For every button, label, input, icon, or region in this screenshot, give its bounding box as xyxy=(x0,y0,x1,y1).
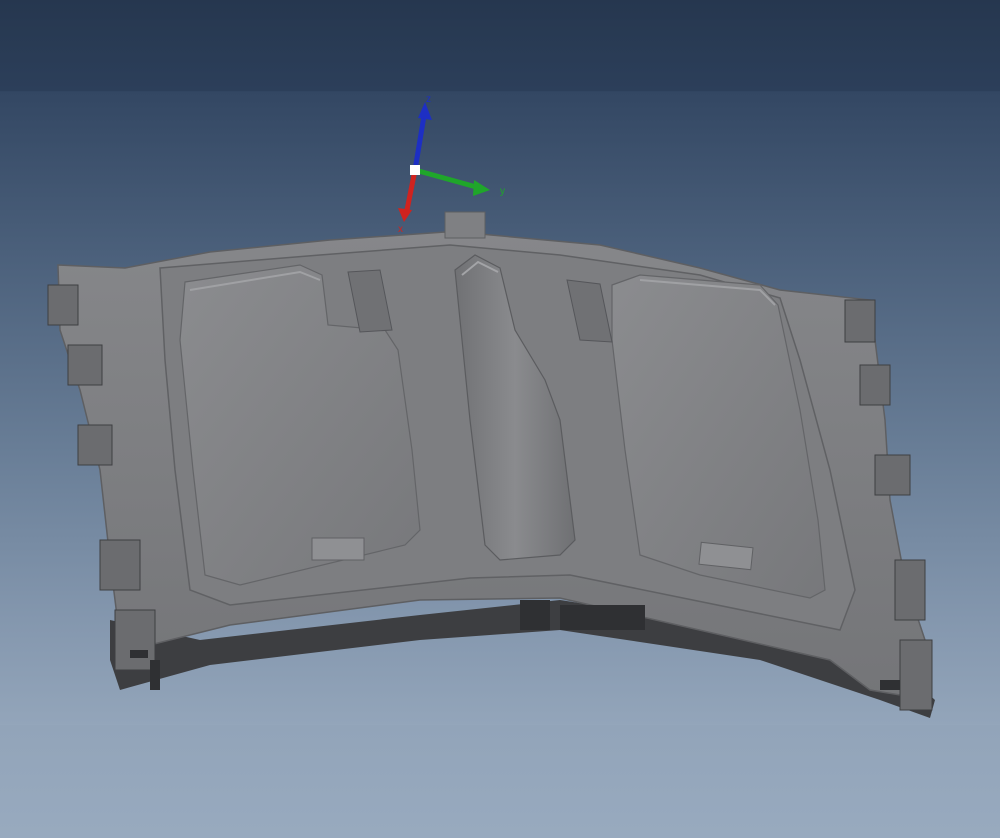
axis-triad[interactable]: z y x xyxy=(380,90,520,235)
left-panel-tab xyxy=(311,537,365,561)
x-axis-arrow xyxy=(403,169,418,216)
3d-viewport[interactable]: z y x xyxy=(0,0,1000,838)
y-axis-label: y xyxy=(500,186,505,197)
triad-origin xyxy=(410,165,420,175)
y-axis-head xyxy=(473,180,490,196)
z-axis-label: z xyxy=(426,94,431,105)
x-axis-label: x xyxy=(398,224,403,235)
right-panel-tab xyxy=(698,541,754,571)
y-axis-arrow xyxy=(414,167,481,191)
z-axis-arrow xyxy=(412,109,428,171)
x-axis-head xyxy=(398,208,412,222)
